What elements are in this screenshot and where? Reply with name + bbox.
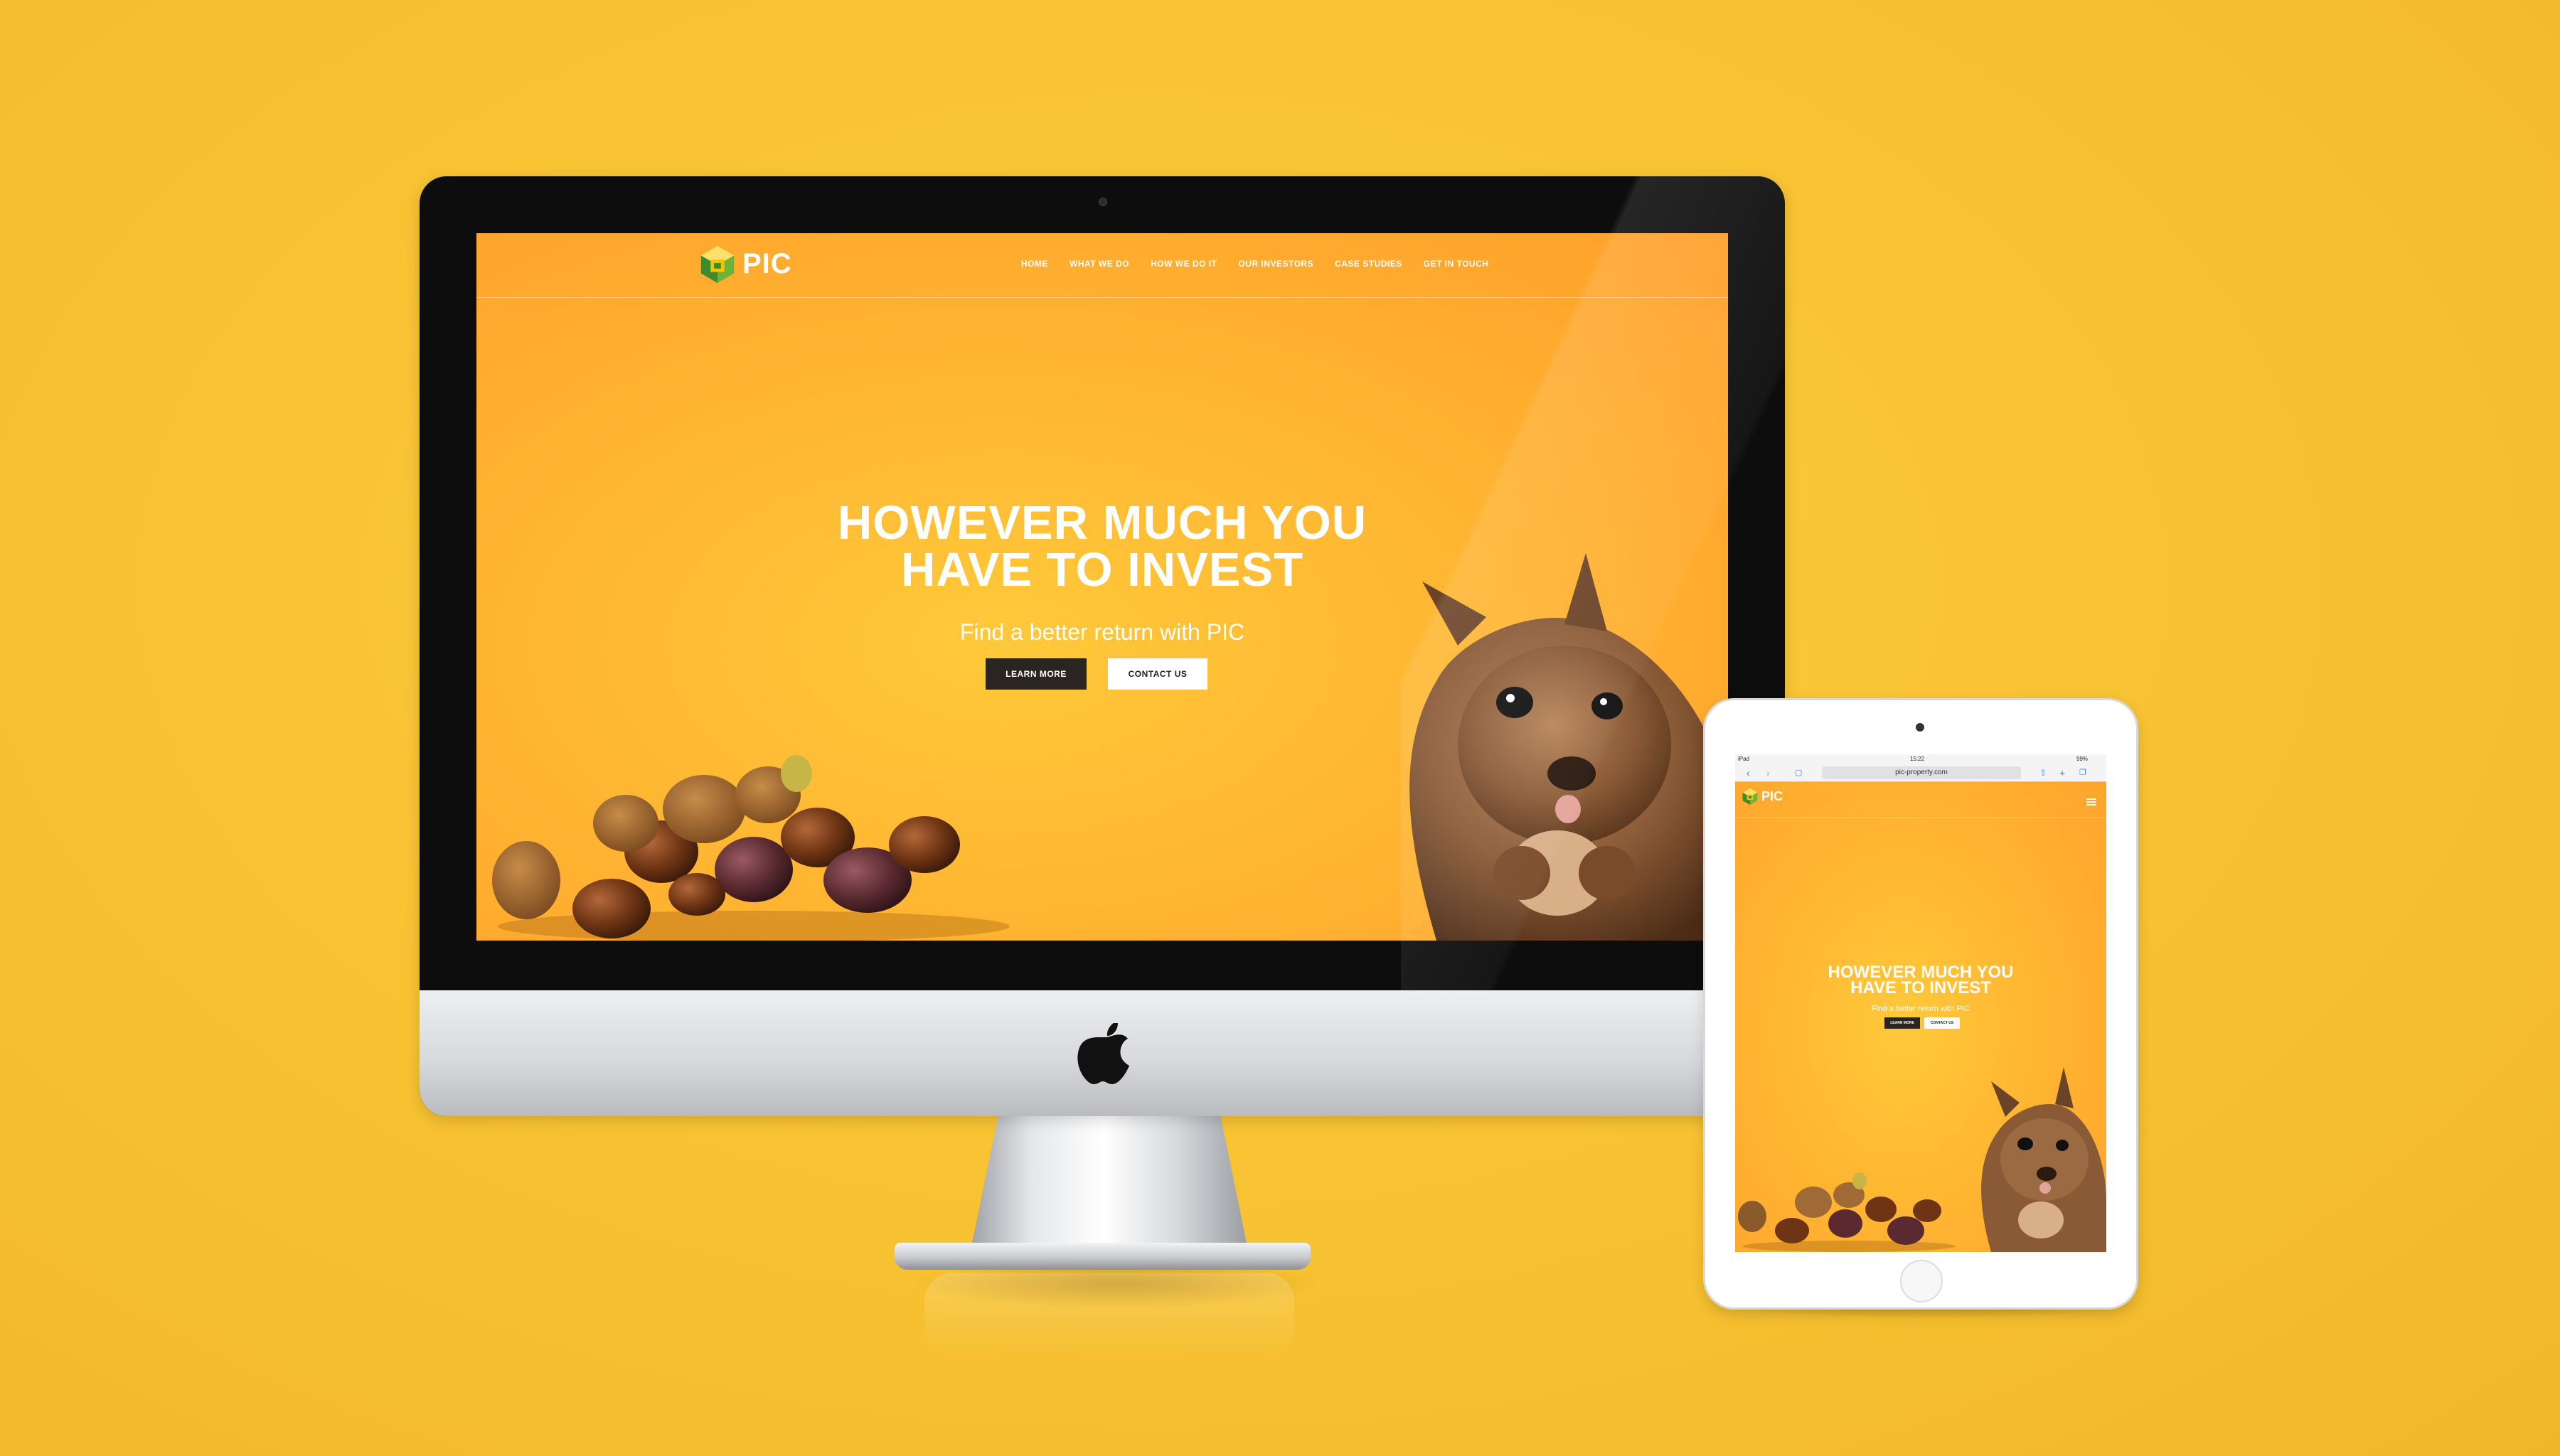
learn-more-button[interactable]: LEARN MORE xyxy=(986,658,1087,690)
ipad-camera xyxy=(1916,723,1924,732)
ipad-status-bar: iPad 15:22 99% xyxy=(1735,754,2106,764)
status-time: 15:22 xyxy=(1910,756,1925,762)
nav-how-we-do-it[interactable]: HOW WE DO IT xyxy=(1151,259,1217,269)
tablet-site-header: PIC xyxy=(1735,783,2106,818)
acorn-pile-image xyxy=(492,755,1010,941)
tablet-squirrel-image xyxy=(1981,1067,2106,1252)
imac-camera xyxy=(1099,198,1107,206)
ipad-device: iPad 15:22 99% ‹ › ▢ ⇧ + ❐ pic-property.… xyxy=(1705,700,2136,1307)
share-icon[interactable]: ⇧ xyxy=(2039,764,2047,781)
squirrel-image xyxy=(1409,553,1728,941)
hero-subtitle: Find a better return with PIC xyxy=(959,619,1245,645)
tablet-learn-more-button[interactable]: LEARN MORE xyxy=(1884,1017,1920,1029)
nav-what-we-do[interactable]: WHAT WE DO xyxy=(1070,259,1129,269)
tablet-website-screen: iPad 15:22 99% ‹ › ▢ ⇧ + ❐ pic-property.… xyxy=(1735,754,2106,1252)
nav-case-studies[interactable]: CASE STUDIES xyxy=(1335,259,1402,269)
status-device: iPad xyxy=(1738,756,1750,762)
tabs-icon[interactable]: ❐ xyxy=(2079,764,2086,781)
logo-text: PIC xyxy=(742,247,792,279)
pic-logo-icon xyxy=(700,245,735,284)
nav-our-investors[interactable]: OUR INVESTORS xyxy=(1238,259,1313,269)
pic-logo-icon xyxy=(1742,788,1758,805)
back-icon[interactable]: ‹ xyxy=(1746,764,1750,781)
forward-icon[interactable]: › xyxy=(1766,764,1770,781)
imac-stand-base xyxy=(895,1243,1311,1270)
tablet-contact-us-button[interactable]: CONTACT US xyxy=(1924,1017,1960,1029)
site-logo[interactable]: PIC xyxy=(697,243,792,284)
nav-get-in-touch[interactable]: GET IN TOUCH xyxy=(1424,259,1489,269)
nav-home[interactable]: HOME xyxy=(1021,259,1048,269)
tablet-site-logo[interactable]: PIC xyxy=(1741,787,1783,805)
ipad-home-button[interactable] xyxy=(1900,1260,1943,1302)
tablet-acorn-pile-image xyxy=(1738,1172,1956,1252)
tablet-hero-subtitle: Find a better return with PIC xyxy=(1872,1005,1970,1013)
tablet-hero-title-line2: HAVE TO INVEST xyxy=(1850,978,1991,997)
address-bar[interactable]: pic-property.com xyxy=(1822,766,2021,779)
tablet-hero-title: HOWEVER MUCH YOU HAVE TO INVEST xyxy=(1778,964,2064,997)
apple-logo-icon xyxy=(1077,1023,1129,1084)
main-nav: HOME WHAT WE DO HOW WE DO IT OUR INVESTO… xyxy=(1021,259,1510,269)
site-header: PIC HOME WHAT WE DO HOW WE DO IT OUR INV… xyxy=(476,233,1728,298)
tablet-logo-text: PIC xyxy=(1761,788,1783,803)
hamburger-menu-icon[interactable] xyxy=(2085,797,2098,807)
imac-reflection xyxy=(924,1273,1294,1358)
desktop-website-screen: PIC HOME WHAT WE DO HOW WE DO IT OUR INV… xyxy=(476,233,1728,941)
imac-stand xyxy=(971,1115,1248,1250)
bookmarks-icon[interactable]: ▢ xyxy=(1795,764,1802,781)
imac-chin xyxy=(420,990,1785,1116)
imac-device: PIC HOME WHAT WE DO HOW WE DO IT OUR INV… xyxy=(420,176,1785,1116)
status-battery: 99% xyxy=(2076,756,2089,762)
new-tab-icon[interactable]: + xyxy=(2059,764,2065,781)
contact-us-button[interactable]: CONTACT US xyxy=(1108,658,1207,690)
